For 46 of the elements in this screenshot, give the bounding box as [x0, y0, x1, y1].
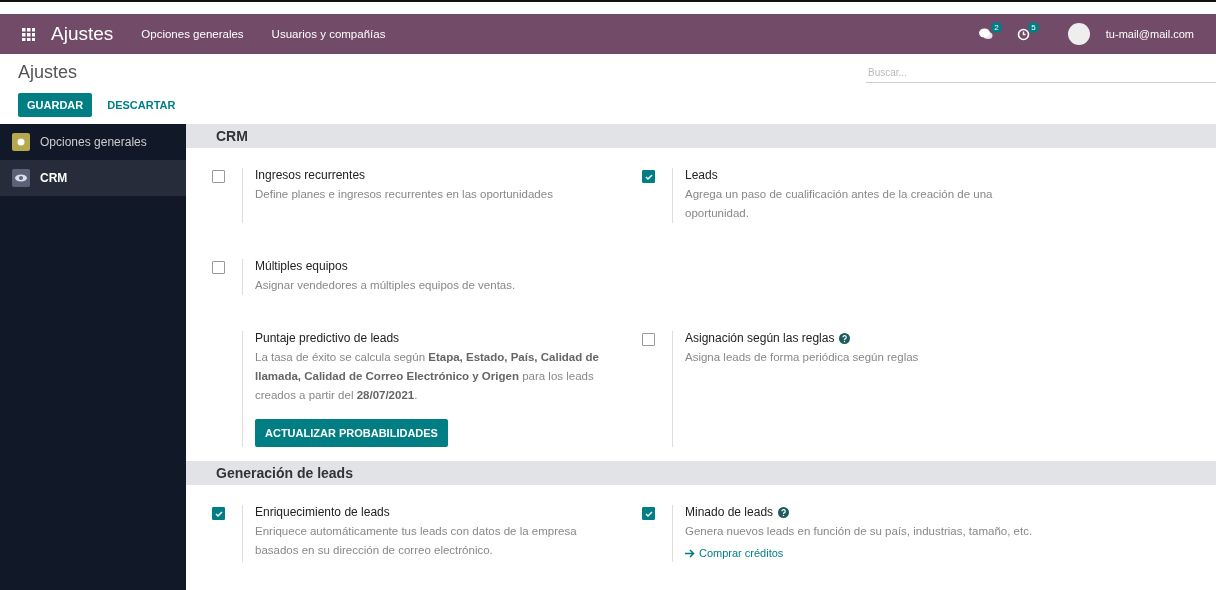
- check-icon: [644, 172, 653, 181]
- discard-button[interactable]: DESCARTAR: [98, 93, 185, 117]
- checkbox[interactable]: [212, 170, 225, 183]
- setting-description: Enriquece automáticamente tus leads con datos de la empresa basados en su dirección de correo electrónico.: [255, 524, 578, 558]
- setting-description: Asignar vendedores a múltiples equipos de ventas.: [255, 278, 517, 293]
- setting-title: Múltiples equipos: [255, 259, 348, 273]
- sidebar-item[interactable]: CRM: [0, 160, 186, 196]
- checkbox[interactable]: [642, 170, 655, 183]
- help-icon[interactable]: [778, 506, 790, 518]
- app-grid-icon[interactable]: [22, 27, 35, 41]
- update-probabilities-button[interactable]: ACTUALIZAR PROBABILIDADES: [255, 419, 448, 447]
- activity-count-badge: 5: [1028, 21, 1039, 33]
- section-header: Generación de leads: [186, 461, 1216, 485]
- setting-description: La tasa de éxito se calcula según Etapa, Estado, País, Calidad de llamada, Calidad de Correo Electrónico y Origen para los leads creados a partir del 28/07/2021.: [255, 350, 600, 403]
- checkbox[interactable]: [642, 333, 655, 346]
- sidebar-item[interactable]: Opciones generales: [0, 124, 186, 160]
- arrow-icon: [685, 548, 695, 558]
- setting-title: Enriquecimiento de leads: [255, 505, 390, 519]
- help-icon[interactable]: [839, 332, 851, 344]
- nav-menu-item[interactable]: Usuarios y compañías: [271, 28, 386, 40]
- check-icon: [644, 509, 653, 518]
- breadcrumb: Ajustes: [18, 62, 79, 83]
- setting-title: Leads: [685, 168, 718, 182]
- setting-title: Minado de leads: [685, 505, 774, 519]
- setting-description: Asigna leads de forma periódica según reglas: [685, 350, 920, 365]
- check-icon: [214, 509, 223, 518]
- nav-menu-item[interactable]: Opciones generales: [141, 28, 244, 40]
- buy-credits-link[interactable]: Comprar créditos: [685, 547, 784, 559]
- setting-description: Define planes e ingresos recurrentes en las oportunidades: [255, 187, 554, 202]
- setting-description: Genera nuevos leads en función de su país, industrias, tamaño, etc.: [685, 524, 1034, 539]
- save-button[interactable]: GUARDAR: [18, 93, 93, 117]
- setting-title: Asignación según las reglas: [685, 331, 835, 345]
- eye-icon: [12, 169, 30, 187]
- user-avatar[interactable]: [1067, 23, 1090, 45]
- setting-description: Agrega un paso de cualificación antes de la creación de una oportunidad.: [685, 187, 994, 221]
- checkbox[interactable]: [642, 507, 655, 520]
- checkbox[interactable]: [212, 507, 225, 520]
- clock-icon[interactable]: [1016, 27, 1030, 41]
- app-title: Ajustes: [51, 23, 114, 45]
- section-header: CRM: [186, 124, 1216, 148]
- setting-title: Ingresos recurrentes: [255, 168, 366, 182]
- checkbox[interactable]: [212, 261, 225, 274]
- setting-title: Puntaje predictivo de leads: [255, 331, 400, 345]
- chat-icon[interactable]: [978, 28, 993, 40]
- user-email[interactable]: tu-mail@mail.com: [1105, 28, 1194, 40]
- message-count-badge: 2: [991, 22, 1002, 33]
